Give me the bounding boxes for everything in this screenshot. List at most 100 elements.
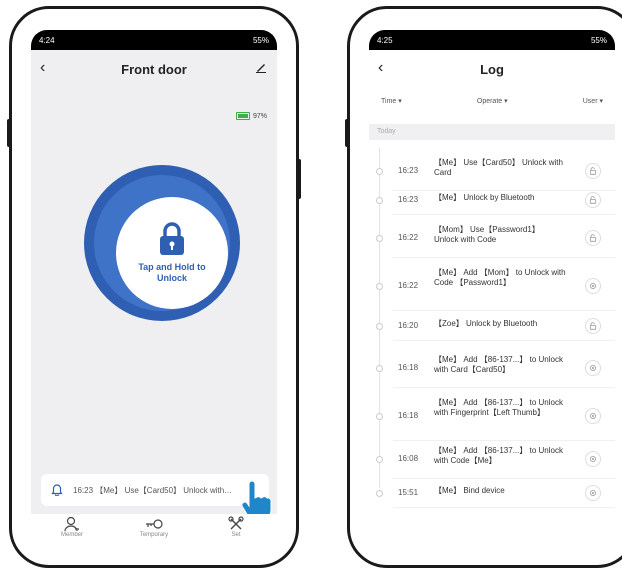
phone-side-button: [7, 119, 11, 147]
unlock-icon: [585, 230, 601, 246]
log-entry[interactable]: 15:51 【Me】 Bind device: [369, 485, 615, 508]
log-entry[interactable]: 16:23 【Me】 Unlock by Bluetooth: [369, 192, 615, 215]
unlock-button-face: Tap and Hold to Unlock: [116, 197, 228, 309]
log-entry[interactable]: 16:08 【Me】 Add 【86-137...】 to Unlock with…: [369, 446, 615, 479]
tools-icon: [228, 516, 244, 530]
left-phone: 4:24 55% ‹ Front door 97% Tap and Hold t…: [7, 6, 301, 568]
timeline-dot: [376, 235, 383, 242]
back-chevron-icon[interactable]: ‹: [378, 60, 383, 76]
log-entry[interactable]: 16:18 【Me】 Add 【86-137...】 to Unlock with…: [369, 398, 615, 441]
log-text: 【Me】 Add 【86-137...】 to Unlock with Fing…: [434, 398, 563, 417]
log-time: 16:18: [398, 411, 419, 420]
phone-side-button: [297, 159, 301, 199]
log-text: 【Me】 Add 【86-137...】 to Unlock with Code…: [434, 446, 563, 465]
log-text: 【Me】 Add 【Mom】 to Unlock with Code 【Pass…: [434, 268, 566, 287]
filter-user-label: User: [582, 98, 598, 105]
unlock-icon: [585, 318, 601, 334]
battery-percent: 97%: [252, 112, 267, 120]
log-text: 【Zoe】 Unlock by Bluetooth: [434, 319, 538, 328]
member-icon: [64, 516, 79, 532]
tab-member[interactable]: Member: [42, 516, 102, 538]
filter-bar: Time ▾ Operate ▾ User ▾: [369, 88, 615, 114]
battery-icon: [235, 112, 250, 120]
nav-bar: ‹ Log: [369, 50, 615, 88]
page-title: Front door: [121, 61, 187, 77]
status-bar: 4:24 55%: [31, 30, 277, 50]
tab-label: Temporary: [139, 532, 169, 538]
log-entry[interactable]: 16:22 【Me】 Add 【Mom】 to Unlock with Code …: [369, 268, 615, 311]
log-entry[interactable]: 16:23 【Me】 Use【Card50】 Unlock with Card: [369, 158, 615, 191]
filter-operate-label: Operate: [476, 98, 503, 105]
row-divider: [393, 257, 615, 258]
log-time: 16:23: [398, 195, 419, 204]
log-entry[interactable]: 16:22 【Mom】 Use【Password1】 Unlock with Co…: [369, 225, 615, 258]
row-divider: [393, 190, 615, 191]
caret-down-icon: ▾: [398, 98, 402, 105]
timeline-dot: [376, 490, 383, 497]
log-time: 16:08: [398, 454, 419, 463]
log-text: 【Me】 Unlock by Bluetooth: [434, 193, 535, 202]
log-text: 【Me】 Use【Card50】 Unlock with Card: [434, 158, 563, 177]
phone-side-button: [345, 119, 349, 147]
log-time: 16:20: [398, 321, 419, 330]
log-text: 【Me】 Add 【86-137...】 to Unlock with Card…: [434, 355, 563, 374]
log-time: 16:18: [398, 363, 419, 372]
back-chevron-icon[interactable]: ‹: [40, 60, 45, 76]
log-text: 【Mom】 Use【Password1】 Unlock with Code: [434, 225, 540, 244]
bell-icon: [51, 484, 63, 496]
battery-fill: [237, 114, 248, 118]
edit-pencil-icon[interactable]: [255, 60, 267, 78]
device-battery: 97%: [235, 112, 267, 120]
section-header: Today: [369, 124, 615, 140]
filter-time-label: Time: [381, 98, 397, 105]
status-bar: 4:25 55%: [369, 30, 615, 50]
row-divider: [393, 507, 615, 508]
bottom-tab-bar: Member Temporary Set: [31, 514, 277, 546]
timeline-dot: [376, 323, 383, 330]
tab-label: Member: [60, 532, 83, 538]
nav-bar: ‹ Front door: [31, 50, 277, 88]
row-divider: [393, 387, 615, 388]
settings-icon: [585, 451, 601, 467]
timeline-dot: [376, 413, 383, 420]
tab-set[interactable]: Set: [206, 516, 266, 538]
filter-user[interactable]: User ▾: [583, 97, 603, 105]
status-battery: 55%: [590, 35, 607, 45]
unlock-label: Tap and Hold to Unlock: [138, 262, 206, 283]
timeline-dot: [376, 365, 383, 372]
timeline-dot: [376, 283, 383, 290]
log-time: 16:22: [398, 233, 419, 242]
log-time: 15:51: [398, 488, 419, 497]
timeline-dot: [376, 197, 383, 204]
log-entry[interactable]: 16:18 【Me】 Add 【86-137...】 to Unlock with…: [369, 355, 615, 388]
row-divider: [393, 340, 615, 341]
row-divider: [393, 478, 615, 479]
filter-time[interactable]: Time ▾: [381, 97, 402, 105]
right-phone: 4:25 55% ‹ Log Time ▾ Operate ▾ User ▾ T…: [345, 6, 622, 568]
tab-temporary[interactable]: Temporary: [124, 516, 184, 538]
unlock-icon: [585, 192, 601, 208]
log-time: 16:22: [398, 281, 419, 290]
timeline-dot: [376, 456, 383, 463]
key-icon: [146, 519, 163, 529]
timeline-dot: [376, 168, 383, 175]
caret-down-icon: ▾: [599, 98, 603, 105]
settings-icon: [585, 360, 601, 376]
caret-down-icon: ▾: [504, 98, 508, 105]
log-screen: 4:25 55% ‹ Log Time ▾ Operate ▾ User ▾ T…: [369, 30, 615, 546]
status-time: 4:24: [39, 35, 55, 45]
unlock-button[interactable]: Tap and Hold to Unlock: [84, 165, 240, 321]
filter-operate[interactable]: Operate ▾: [477, 97, 508, 105]
latest-log-bar[interactable]: 16:23 【Me】 Use【Card50】 Unlock with Card: [41, 474, 269, 506]
unlock-icon: [585, 163, 601, 179]
log-text: 【Me】 Bind device: [434, 486, 505, 495]
padlock-icon: [160, 222, 184, 255]
settings-icon: [585, 278, 601, 294]
settings-icon: [585, 408, 601, 424]
row-divider: [393, 310, 615, 311]
unlock-ring: Tap and Hold to Unlock: [94, 175, 230, 311]
status-time: 4:25: [377, 35, 393, 45]
log-entry[interactable]: 16:20 【Zoe】 Unlock by Bluetooth: [369, 318, 615, 341]
row-divider: [393, 440, 615, 441]
log-time: 16:23: [398, 166, 419, 175]
